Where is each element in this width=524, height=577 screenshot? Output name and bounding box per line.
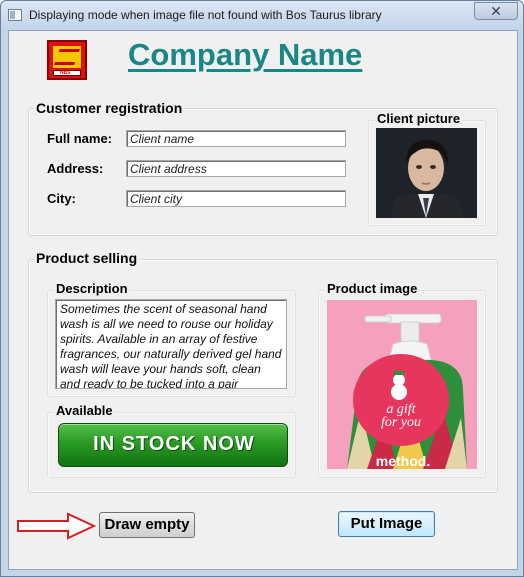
close-icon[interactable]: ✕ [474,2,518,20]
red-arrow-icon [17,512,96,540]
in-stock-text: IN STOCK NOW [93,433,255,455]
client-picture-label: Client picture [375,111,463,126]
app-icon [8,9,22,21]
draw-empty-button[interactable]: Draw empty [99,512,195,538]
product-illustration: a gift for you method. [327,300,477,469]
company-logo: NBS [47,40,87,80]
product-selling-label: Product selling [34,250,140,266]
window-title: Displaying mode when image file not foun… [29,8,382,22]
available-label: Available [54,403,115,418]
client-photo [376,128,477,218]
put-image-button[interactable]: Put Image [338,511,435,537]
description-label: Description [54,281,130,296]
product-tag-line2: for you [381,415,421,430]
customer-registration-label: Customer registration [34,100,185,116]
product-brand: method. [376,453,430,469]
product-photo: a gift for you method. [327,300,477,469]
city-input[interactable]: Client city [126,190,346,207]
full-name-label: Full name: [47,131,113,146]
in-stock-banner: IN STOCK NOW [58,423,288,467]
city-label: City: [47,191,76,206]
title-bar[interactable]: Displaying mode when image file not foun… [1,1,523,29]
product-image-label: Product image [325,281,420,296]
full-name-input[interactable]: Client name [126,130,346,147]
description-text: Sometimes the scent of seasonal hand was… [60,302,282,389]
logo-text: NBS [60,70,71,76]
address-input[interactable]: Client address [126,160,346,177]
description-textarea[interactable]: Sometimes the scent of seasonal hand was… [55,299,287,389]
address-label: Address: [47,161,104,176]
company-name-link[interactable]: Company Name [128,37,362,73]
